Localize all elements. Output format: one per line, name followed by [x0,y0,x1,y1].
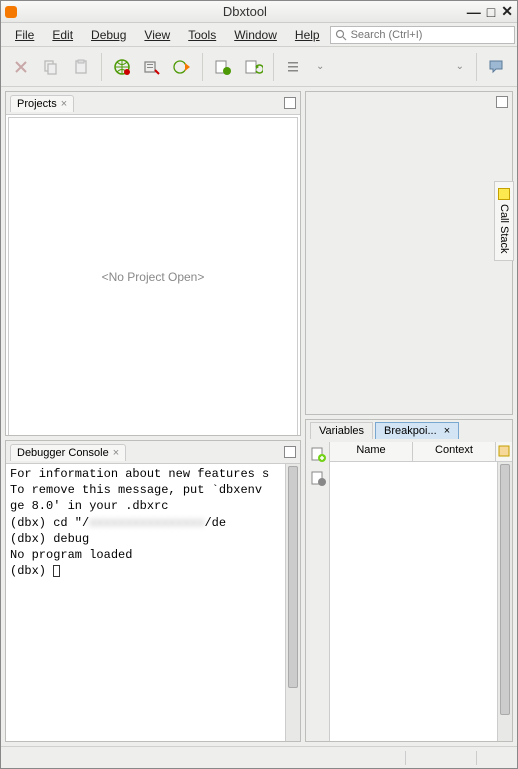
variables-tab[interactable]: Variables [310,422,373,439]
breakpoints-tab[interactable]: Breakpoi... × [375,422,459,439]
titlebar: Dbxtool — □ ✕ [1,1,517,23]
console-restore-icon[interactable] [284,446,296,458]
toolbar-overflow-1[interactable]: ⌄ [310,61,330,72]
step-icon [213,57,233,77]
projects-empty-label: <No Project Open> [8,117,298,435]
projects-tab-close[interactable]: × [61,98,67,110]
console-tab-label: Debugger Console [17,447,109,459]
close-button[interactable]: ✕ [501,3,513,20]
paste-button[interactable] [67,53,95,81]
list-dropdown-button[interactable] [280,53,308,81]
call-stack-icon [498,188,510,200]
projects-restore-icon[interactable] [284,97,296,109]
debug-config-icon [142,57,162,77]
console-output[interactable]: For information about new features s To … [6,464,300,741]
editor-area [305,91,513,415]
chat-button[interactable] [483,53,511,81]
menu-edit[interactable]: Edit [44,26,81,44]
add-breakpoint-button[interactable] [310,446,326,462]
maximize-button[interactable]: □ [487,4,495,20]
cut-button[interactable] [7,53,35,81]
variables-panel: Variables Breakpoi... × [305,419,513,743]
debug-config-button[interactable] [138,53,166,81]
editor-restore-icon[interactable] [496,96,508,108]
toolbar-overflow-2[interactable]: ⌄ [450,61,470,72]
console-tab-close[interactable]: × [113,447,119,459]
menu-debug[interactable]: Debug [83,26,134,44]
minimize-button[interactable]: — [467,4,481,20]
app-icon [5,6,17,18]
console-tab[interactable]: Debugger Console × [10,444,126,461]
menu-help[interactable]: Help [287,26,328,44]
debug-globe-button[interactable] [108,53,136,81]
projects-tab[interactable]: Projects × [10,95,74,112]
copy-button[interactable] [37,53,65,81]
col-name[interactable]: Name [330,442,413,461]
menu-view[interactable]: View [136,26,178,44]
console-scrollbar[interactable] [285,464,300,741]
chat-bubble-icon [487,57,507,77]
restart-icon [243,57,263,77]
search-icon [335,29,347,41]
restart-button[interactable] [239,53,267,81]
debug-globe-icon [112,57,132,77]
cut-icon [12,58,30,76]
menu-tools[interactable]: Tools [180,26,224,44]
search-input[interactable] [351,29,510,41]
breakpoints-tab-close[interactable]: × [444,425,450,437]
step-button[interactable] [209,53,237,81]
breakpoints-scrollbar[interactable] [497,462,512,742]
copy-icon [42,58,60,76]
run-icon [172,57,192,77]
menu-file[interactable]: File [7,26,42,44]
menubar: File Edit Debug View Tools Window Help [1,23,517,47]
window-title: Dbxtool [23,4,467,19]
call-stack-label: Call Stack [498,204,510,254]
search-box[interactable] [330,26,515,44]
projects-tab-label: Projects [17,98,57,110]
menu-window[interactable]: Window [226,26,285,44]
list-icon [286,59,302,75]
statusbar [1,746,517,768]
breakpoints-list [330,462,512,742]
projects-panel: Projects × <No Project Open> [5,91,301,436]
paste-icon [72,58,90,76]
debug-run-button[interactable] [168,53,196,81]
breakpoint-options-button[interactable] [310,470,326,486]
col-config-button[interactable] [496,442,512,461]
col-context[interactable]: Context [413,442,496,461]
debugger-console-panel: Debugger Console × For information about… [5,440,301,742]
call-stack-tab[interactable]: Call Stack [494,181,514,261]
toolbar: ⌄ ⌄ [1,47,517,87]
